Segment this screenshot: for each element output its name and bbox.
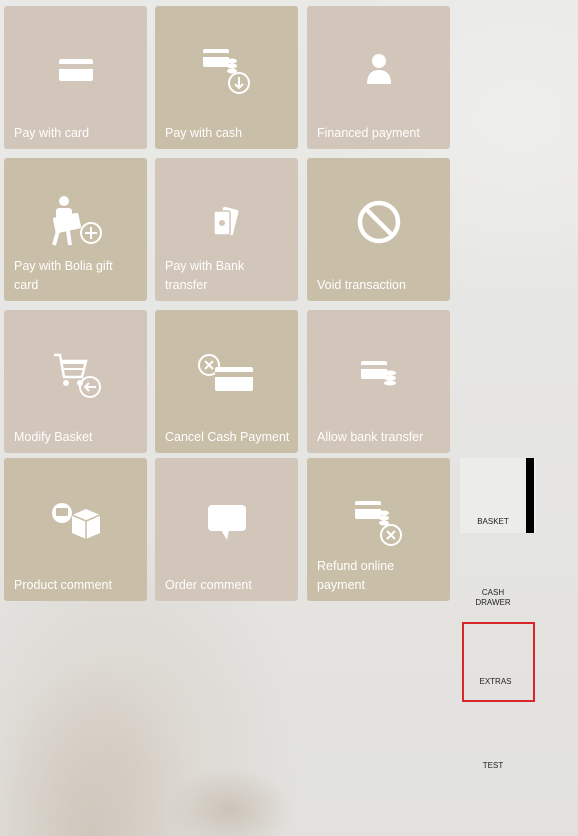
cash-drawer-label: CASH DRAWER — [475, 588, 511, 607]
gift-card-add-icon — [46, 192, 106, 252]
tile-label: Pay with cash — [165, 126, 243, 140]
person-icon — [349, 40, 409, 100]
box-comment-icon — [46, 492, 106, 552]
tile-label: Pay with Bolia gift card — [14, 259, 113, 292]
allow-bank-transfer-button[interactable]: Allow bank transfer — [307, 310, 450, 453]
cash-download-icon — [197, 40, 257, 100]
tile-label: Refund online payment — [317, 559, 395, 592]
tile-label: Void transaction — [317, 278, 406, 292]
credit-card-icon — [46, 40, 106, 100]
bank-notes-icon — [197, 192, 257, 252]
financed-payment-button[interactable]: Financed payment — [307, 6, 450, 149]
modify-basket-button[interactable]: Modify Basket — [4, 310, 147, 453]
tile-label: Pay with Bank transfer — [165, 259, 245, 292]
speech-bubble-icon — [197, 492, 257, 552]
tile-label: Cancel Cash Payment — [165, 430, 290, 444]
void-transaction-button[interactable]: Void transaction — [307, 158, 450, 301]
cash-drawer-button[interactable]: CASH DRAWER — [460, 588, 526, 608]
basket-button[interactable]: BASKET — [460, 458, 536, 533]
refund-online-payment-button[interactable]: Refund online payment — [307, 458, 450, 601]
test-label: TEST — [482, 761, 504, 770]
tile-label: Financed payment — [317, 126, 420, 140]
tile-label: Product comment — [14, 578, 112, 592]
extras-label: EXTRAS — [479, 677, 512, 686]
background-figure — [0, 600, 300, 836]
pay-with-card-button[interactable]: Pay with card — [4, 6, 147, 149]
tile-label: Order comment — [165, 578, 252, 592]
cart-back-icon — [46, 344, 106, 404]
pay-with-bank-transfer-button[interactable]: Pay with Bank transfer — [155, 158, 298, 301]
pay-with-gift-card-button[interactable]: Pay with Bolia gift card — [4, 158, 147, 301]
tile-label: Allow bank transfer — [317, 430, 424, 444]
prohibited-icon — [349, 192, 409, 252]
tile-label: Pay with card — [14, 126, 90, 140]
product-comment-button[interactable]: Product comment — [4, 458, 147, 601]
card-coins-icon — [349, 344, 409, 404]
basket-label: BASKET — [477, 517, 509, 526]
pay-with-cash-button[interactable]: Pay with cash — [155, 6, 298, 149]
test-button[interactable]: TEST — [460, 761, 526, 771]
card-cancel-icon — [197, 344, 257, 404]
extras-button[interactable]: EXTRAS — [462, 622, 535, 702]
cancel-cash-payment-button[interactable]: Cancel Cash Payment — [155, 310, 298, 453]
active-indicator — [526, 458, 534, 533]
order-comment-button[interactable]: Order comment — [155, 458, 298, 601]
card-coins-cancel-icon — [349, 492, 409, 552]
tile-label: Modify Basket — [14, 430, 93, 444]
